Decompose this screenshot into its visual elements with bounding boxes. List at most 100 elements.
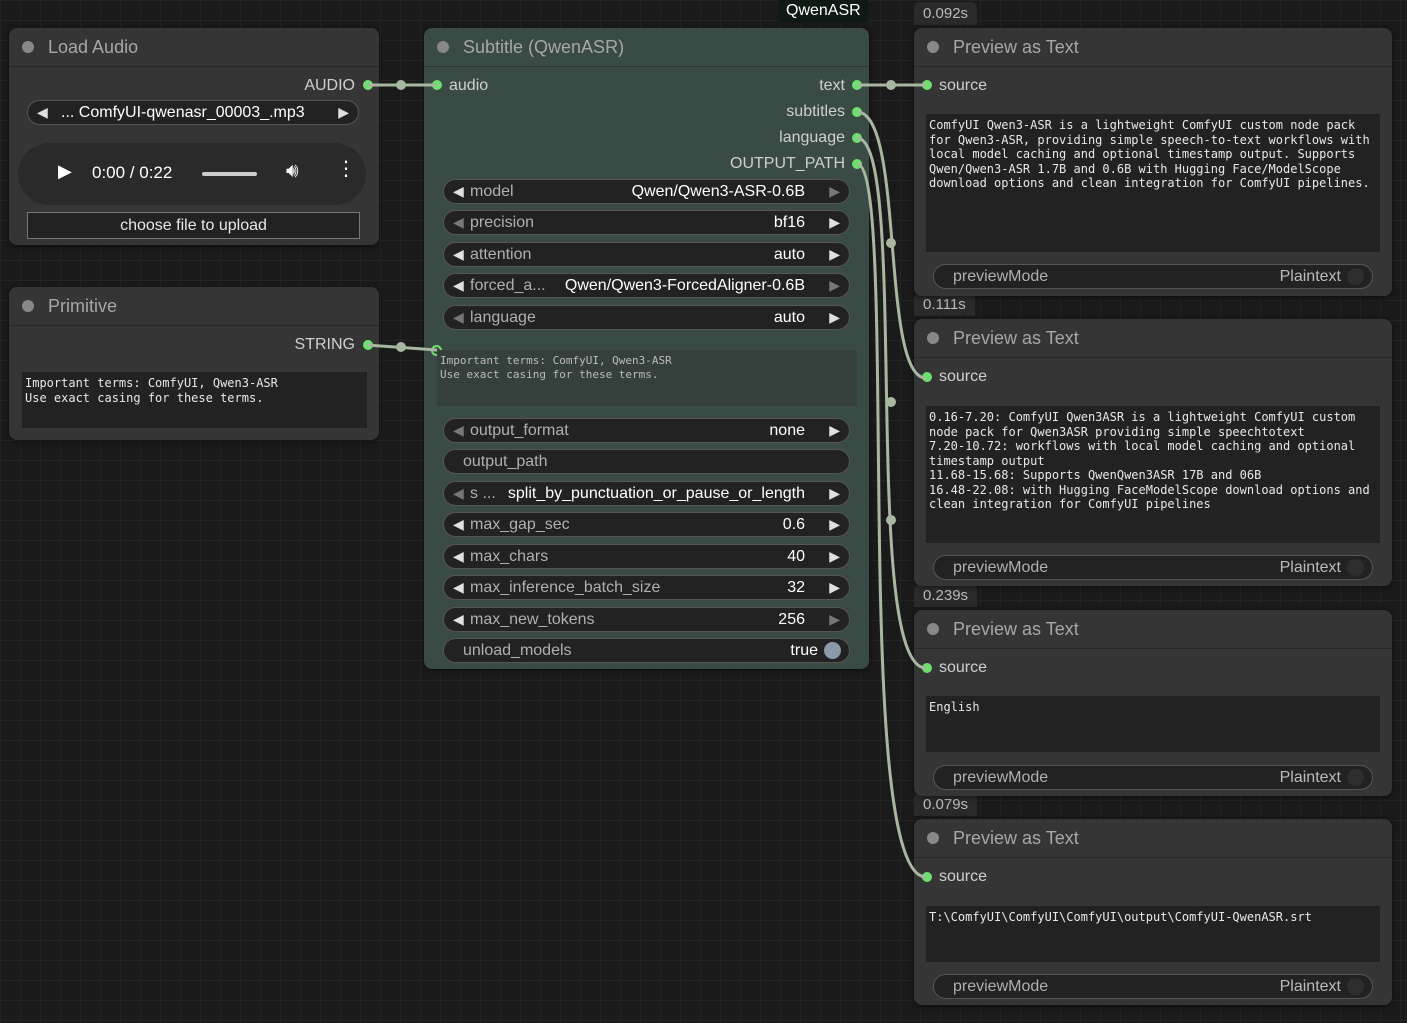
load-audio-node[interactable]: Load Audio AUDIO ◀ ... ComfyUI-qwenasr_0…: [9, 28, 379, 245]
toggle-knob-icon[interactable]: [824, 642, 841, 659]
next-arrow-icon[interactable]: ▶: [829, 485, 840, 502]
unload-models-toggle[interactable]: unload_models true: [443, 638, 850, 663]
primitive-node[interactable]: Primitive STRING Important terms: ComfyU…: [9, 287, 379, 440]
input-slot-source[interactable]: [922, 663, 932, 673]
node-title-bar[interactable]: Subtitle (QwenASR): [424, 28, 869, 67]
audio-player[interactable]: ▶ 0:00 / 0:22 🔊︎ ⋮: [18, 143, 366, 205]
node-title-bar[interactable]: Preview as Text: [914, 28, 1392, 67]
widget-value: Plaintext: [1279, 268, 1341, 285]
next-arrow-icon[interactable]: ▶: [829, 214, 840, 231]
next-arrow-icon[interactable]: ▶: [829, 246, 840, 263]
node-title-bar[interactable]: Load Audio: [9, 28, 379, 67]
max-gap-sec-number[interactable]: ◀ max_gap_sec 0.6 ▶: [443, 512, 850, 537]
output-slot-language[interactable]: [852, 133, 862, 143]
collapse-dot-icon[interactable]: [927, 332, 939, 344]
preview-mode-toggle[interactable]: previewMode Plaintext: [933, 974, 1373, 999]
preview-text-output[interactable]: English: [926, 696, 1380, 752]
input-slot-source[interactable]: [922, 872, 932, 882]
decrement-arrow-icon[interactable]: ◀: [453, 516, 464, 533]
node-title-bar[interactable]: Preview as Text: [914, 319, 1392, 358]
seek-slider[interactable]: [202, 172, 257, 176]
prev-arrow-icon[interactable]: ◀: [453, 422, 464, 439]
context-text-input[interactable]: Important terms: ComfyUI, Qwen3-ASR Use …: [437, 350, 857, 406]
collapse-dot-icon[interactable]: [22, 300, 34, 312]
preview-as-text-node[interactable]: Preview as Text source 0.16-7.20: ComfyU…: [914, 319, 1392, 586]
widget-label: max_gap_sec: [470, 516, 570, 533]
preview-as-text-node[interactable]: Preview as Text source T:\ComfyUI\ComfyU…: [914, 819, 1392, 1005]
play-icon[interactable]: ▶: [58, 161, 72, 182]
input-slot-source[interactable]: [922, 372, 932, 382]
subtitle-qwenasr-node[interactable]: Subtitle (QwenASR) audio text subtitles …: [424, 28, 869, 669]
collapse-dot-icon[interactable]: [437, 41, 449, 53]
precision-combo[interactable]: ◀ precision bf16 ▶: [443, 210, 850, 235]
max-new-tokens-number[interactable]: ◀ max_new_tokens 256 ▶: [443, 607, 850, 632]
decrement-arrow-icon[interactable]: ◀: [453, 548, 464, 565]
output-slot-audio[interactable]: [363, 80, 373, 90]
max-chars-number[interactable]: ◀ max_chars 40 ▶: [443, 544, 850, 569]
output-label-subtitles: subtitles: [786, 103, 845, 120]
next-arrow-icon[interactable]: ▶: [829, 277, 840, 294]
attention-combo[interactable]: ◀ attention auto ▶: [443, 242, 850, 267]
collapse-dot-icon[interactable]: [927, 832, 939, 844]
audio-time: 0:00 / 0:22: [92, 163, 173, 182]
widget-value: none: [769, 422, 805, 439]
toggle-knob-icon[interactable]: [1347, 978, 1364, 995]
collapse-dot-icon[interactable]: [927, 41, 939, 53]
increment-arrow-icon[interactable]: ▶: [829, 579, 840, 596]
preview-mode-toggle[interactable]: previewMode Plaintext: [933, 555, 1373, 580]
next-arrow-icon[interactable]: ▶: [338, 104, 349, 121]
output-path-input[interactable]: output_path: [443, 449, 850, 474]
collapse-dot-icon[interactable]: [22, 41, 34, 53]
prev-arrow-icon[interactable]: ◀: [453, 309, 464, 326]
forced-aligner-combo[interactable]: ◀ forced_a... Qwen/Qwen3-ForcedAligner-0…: [443, 273, 850, 298]
prev-arrow-icon[interactable]: ◀: [453, 485, 464, 502]
next-arrow-icon[interactable]: ▶: [829, 183, 840, 200]
increment-arrow-icon[interactable]: ▶: [829, 548, 840, 565]
split-mode-combo[interactable]: ◀ s ... split_by_punctuation_or_pause_or…: [443, 481, 850, 506]
node-title-bar[interactable]: Primitive: [9, 287, 379, 326]
preview-mode-toggle[interactable]: previewMode Plaintext: [933, 765, 1373, 790]
node-title-bar[interactable]: Preview as Text: [914, 819, 1392, 858]
widget-label: precision: [470, 214, 535, 231]
prev-arrow-icon[interactable]: ◀: [453, 277, 464, 294]
decrement-arrow-icon[interactable]: ◀: [453, 579, 464, 596]
preview-as-text-node[interactable]: Preview as Text source ComfyUI Qwen3-ASR…: [914, 28, 1392, 296]
output-slot-string[interactable]: [363, 340, 373, 350]
output-slot-output-path[interactable]: [852, 159, 862, 169]
collapse-dot-icon[interactable]: [927, 623, 939, 635]
output-slot-text[interactable]: [852, 80, 862, 90]
prev-arrow-icon[interactable]: ◀: [453, 183, 464, 200]
increment-arrow-icon[interactable]: ▶: [829, 611, 840, 628]
upload-button[interactable]: choose file to upload: [27, 212, 360, 239]
decrement-arrow-icon[interactable]: ◀: [453, 611, 464, 628]
preview-text-output[interactable]: T:\ComfyUI\ComfyUI\ComfyUI\output\ComfyU…: [926, 906, 1380, 962]
language-combo[interactable]: ◀ language auto ▶: [443, 305, 850, 330]
next-arrow-icon[interactable]: ▶: [829, 309, 840, 326]
increment-arrow-icon[interactable]: ▶: [829, 516, 840, 533]
toggle-knob-icon[interactable]: [1347, 769, 1364, 786]
preview-text-output[interactable]: 0.16-7.20: ComfyUI Qwen3ASR is a lightwe…: [926, 406, 1380, 543]
output-format-combo[interactable]: ◀ output_format none ▶: [443, 418, 850, 443]
model-combo[interactable]: ◀ model Qwen/Qwen3-ASR-0.6B ▶: [443, 179, 850, 204]
primitive-text-input[interactable]: Important terms: ComfyUI, Qwen3-ASR Use …: [22, 372, 367, 428]
audio-file-combo[interactable]: ◀ ... ComfyUI-qwenasr_00003_.mp3 ▶: [27, 100, 359, 125]
node-title: Preview as Text: [953, 328, 1079, 348]
more-options-icon[interactable]: ⋮: [336, 159, 356, 179]
prev-arrow-icon[interactable]: ◀: [453, 246, 464, 263]
preview-as-text-node[interactable]: Preview as Text source English previewMo…: [914, 610, 1392, 796]
input-slot-audio[interactable]: [432, 80, 442, 90]
volume-icon[interactable]: 🔊︎: [286, 160, 299, 183]
preview-text-output[interactable]: ComfyUI Qwen3-ASR is a lightweight Comfy…: [926, 114, 1380, 252]
preview-mode-toggle[interactable]: previewMode Plaintext: [933, 264, 1373, 289]
input-slot-source[interactable]: [922, 80, 932, 90]
output-label-language: language: [779, 129, 845, 146]
toggle-knob-icon[interactable]: [1347, 268, 1364, 285]
node-title-bar[interactable]: Preview as Text: [914, 610, 1392, 649]
next-arrow-icon[interactable]: ▶: [829, 422, 840, 439]
execution-time-badge: 0.239s: [914, 584, 978, 607]
toggle-knob-icon[interactable]: [1347, 559, 1364, 576]
prev-arrow-icon[interactable]: ◀: [37, 104, 48, 121]
prev-arrow-icon[interactable]: ◀: [453, 214, 464, 231]
max-inference-batch-size-number[interactable]: ◀ max_inference_batch_size 32 ▶: [443, 575, 850, 600]
output-slot-subtitles[interactable]: [852, 107, 862, 117]
